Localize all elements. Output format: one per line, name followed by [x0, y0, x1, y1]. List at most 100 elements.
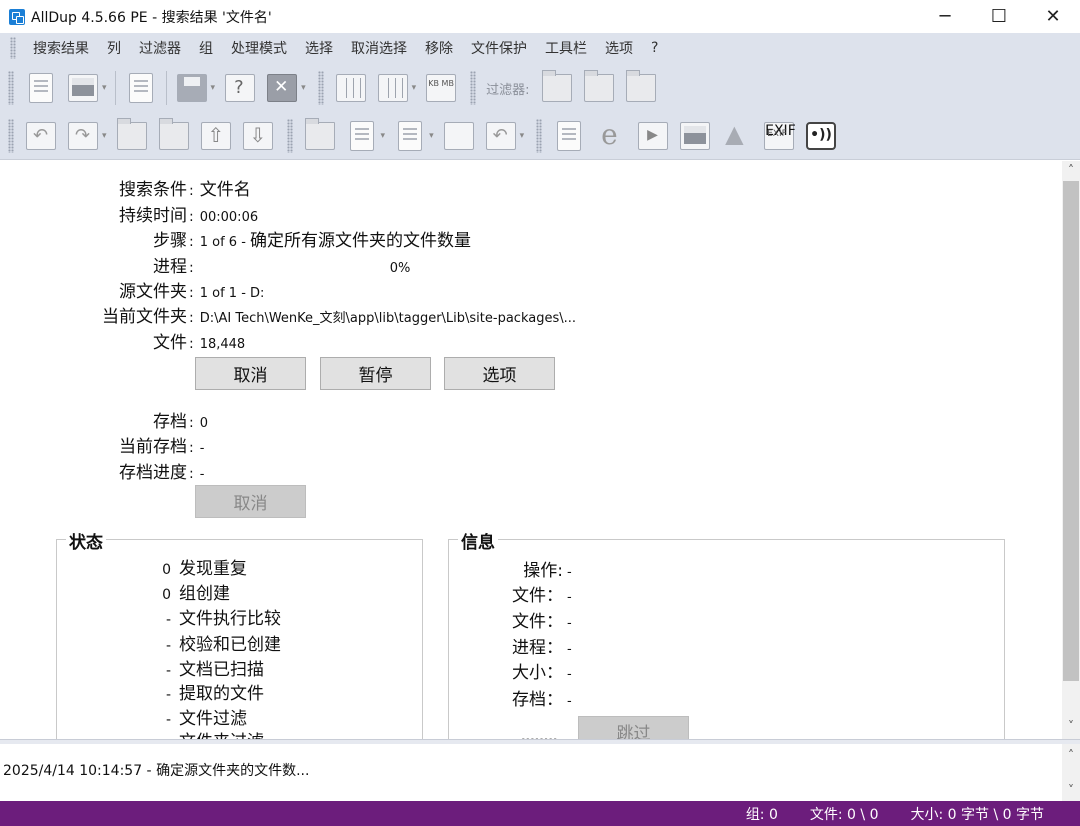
- back-button[interactable]: [22, 118, 60, 154]
- filter-check-button[interactable]: [580, 70, 618, 106]
- toolbar-grip[interactable]: [286, 119, 293, 153]
- toolbar-grip[interactable]: [317, 71, 324, 105]
- progress-row: 进程: 0%: [0, 252, 410, 277]
- duration-value: 00:00:06: [199, 210, 259, 225]
- menu-filters[interactable]: 过滤器: [130, 38, 190, 58]
- chevron-down-icon[interactable]: ▾: [102, 131, 107, 141]
- chevron-down-icon[interactable]: ▾: [301, 83, 306, 93]
- toolbar-grip[interactable]: [470, 71, 477, 105]
- info-group: 信息 操作: - 文件： - 文件： - 进程： - 大小： - 存档： - 跳过 ....…: [448, 528, 1005, 739]
- media-player-button[interactable]: [634, 118, 672, 154]
- search-progress-panel: 搜索条件: 文件名 持续时间: 00:00:06 步骤: 1 of 6 - 确定…: [0, 161, 1062, 739]
- menu-grip[interactable]: [10, 37, 16, 59]
- file-check-icon: [349, 121, 374, 151]
- exif-button[interactable]: EXIF: [760, 118, 798, 154]
- scroll-up-icon[interactable]: ˄: [1062, 163, 1080, 181]
- uncheck-file-button[interactable]: [391, 118, 429, 154]
- forward-arrow-icon: [68, 122, 98, 150]
- chevron-down-icon[interactable]: ▾: [412, 83, 417, 93]
- filter-check-single-button[interactable]: [622, 70, 660, 106]
- save-button[interactable]: [173, 70, 211, 106]
- scroll-down-icon[interactable]: ˅: [1062, 719, 1080, 737]
- expand-button[interactable]: [113, 118, 151, 154]
- window-controls: ─ ☐ ✕: [918, 0, 1080, 33]
- status-row: 文件夹过滤: [57, 727, 264, 739]
- log-entry: 2025/4/14 10:14:57 - 确定源文件夹的文件数...: [3, 763, 310, 779]
- chevron-down-icon[interactable]: ▾: [102, 83, 107, 93]
- duration-row: 持续时间: 00:00:06: [0, 201, 258, 226]
- log-scrollbar[interactable]: ˄ ˅: [1062, 744, 1080, 801]
- chevron-down-icon[interactable]: ▾: [381, 131, 386, 141]
- help-icon: [225, 74, 256, 102]
- toolbar-secondary: ▾ ▾ ▾ ▾ EXIF: [0, 113, 1080, 160]
- collapse-button[interactable]: [155, 118, 193, 154]
- columns-icon: [335, 74, 366, 102]
- forward-button[interactable]: [64, 118, 102, 154]
- columns-button[interactable]: [332, 70, 370, 106]
- audio-button[interactable]: [802, 118, 840, 154]
- log-button[interactable]: [122, 70, 160, 106]
- info-row: 存档： -: [512, 690, 572, 710]
- column-width-button[interactable]: [374, 70, 412, 106]
- size-unit-button[interactable]: KB MB: [422, 70, 460, 106]
- sync-button[interactable]: [440, 118, 478, 154]
- cancel-button[interactable]: 取消: [195, 357, 306, 390]
- chevron-down-icon[interactable]: ▾: [429, 131, 434, 141]
- menu-options[interactable]: 选项: [596, 38, 642, 58]
- duration-label: 持续时间: [119, 206, 187, 226]
- close-button[interactable]: ✕: [1026, 0, 1080, 33]
- back-arrow-icon: [26, 122, 56, 150]
- menu-help[interactable]: ?: [642, 40, 667, 56]
- menu-remove[interactable]: 移除: [416, 38, 462, 58]
- archive-cancel-button[interactable]: 取消: [195, 485, 306, 518]
- move-down-button[interactable]: [239, 118, 277, 154]
- status-row: 0 发现重复: [162, 559, 247, 579]
- close-results-button[interactable]: [263, 70, 301, 106]
- chevron-down-icon[interactable]: ▾: [520, 131, 525, 141]
- check-file-button[interactable]: [343, 118, 381, 154]
- info-row: 文件： -: [512, 586, 572, 606]
- chevron-down-icon[interactable]: ▾: [211, 83, 216, 93]
- search-criteria-label: 搜索条件: [119, 180, 187, 200]
- menu-deselect[interactable]: 取消选择: [342, 38, 416, 58]
- log-icon: [128, 73, 153, 103]
- toolbar-grip[interactable]: [536, 119, 543, 153]
- step-value: 1 of 6 -: [199, 235, 251, 250]
- filter-folder-button[interactable]: [538, 70, 576, 106]
- scroll-thumb[interactable]: [1063, 181, 1079, 681]
- scroll-up-icon[interactable]: ˄: [1062, 748, 1080, 762]
- help-button[interactable]: [221, 70, 259, 106]
- minimize-button[interactable]: ─: [918, 0, 972, 33]
- menu-columns[interactable]: 列: [98, 38, 130, 58]
- menu-groups[interactable]: 组: [190, 38, 222, 58]
- folder-icon: [541, 70, 572, 102]
- toolbar-grip[interactable]: [8, 119, 14, 153]
- scroll-down-icon[interactable]: ˅: [1062, 783, 1080, 797]
- current-archive-value: -: [199, 441, 205, 456]
- pause-button[interactable]: 暂停: [320, 357, 431, 390]
- main-scrollbar[interactable]: ˄ ˅: [1062, 161, 1080, 739]
- search-criteria-value: 文件名: [199, 180, 251, 200]
- preview-button[interactable]: [64, 70, 102, 106]
- skip-button[interactable]: 跳过: [578, 716, 689, 739]
- menu-search-results[interactable]: 搜索结果: [24, 38, 98, 58]
- text-viewer-button[interactable]: [550, 118, 588, 154]
- toolbar-grip[interactable]: [8, 71, 14, 105]
- menu-toolbar[interactable]: 工具栏: [536, 38, 596, 58]
- folder-settings-button[interactable]: [301, 118, 339, 154]
- move-up-button[interactable]: [197, 118, 235, 154]
- vlc-button[interactable]: [718, 118, 756, 154]
- browser-button[interactable]: [592, 118, 630, 154]
- column-width-icon: [377, 74, 408, 102]
- sync-icon: [443, 122, 474, 150]
- delete-list-button[interactable]: [22, 70, 60, 106]
- undo-button[interactable]: [482, 118, 520, 154]
- menu-process-mode[interactable]: 处理模式: [222, 38, 296, 58]
- options-button[interactable]: 选项: [444, 357, 555, 390]
- maximize-button[interactable]: ☐: [972, 0, 1026, 33]
- menu-select[interactable]: 选择: [296, 38, 342, 58]
- expand-folder-icon: [116, 118, 147, 150]
- archive-row: 存档: 0: [0, 407, 208, 432]
- image-viewer-button[interactable]: [676, 118, 714, 154]
- menu-file-protection[interactable]: 文件保护: [462, 38, 536, 58]
